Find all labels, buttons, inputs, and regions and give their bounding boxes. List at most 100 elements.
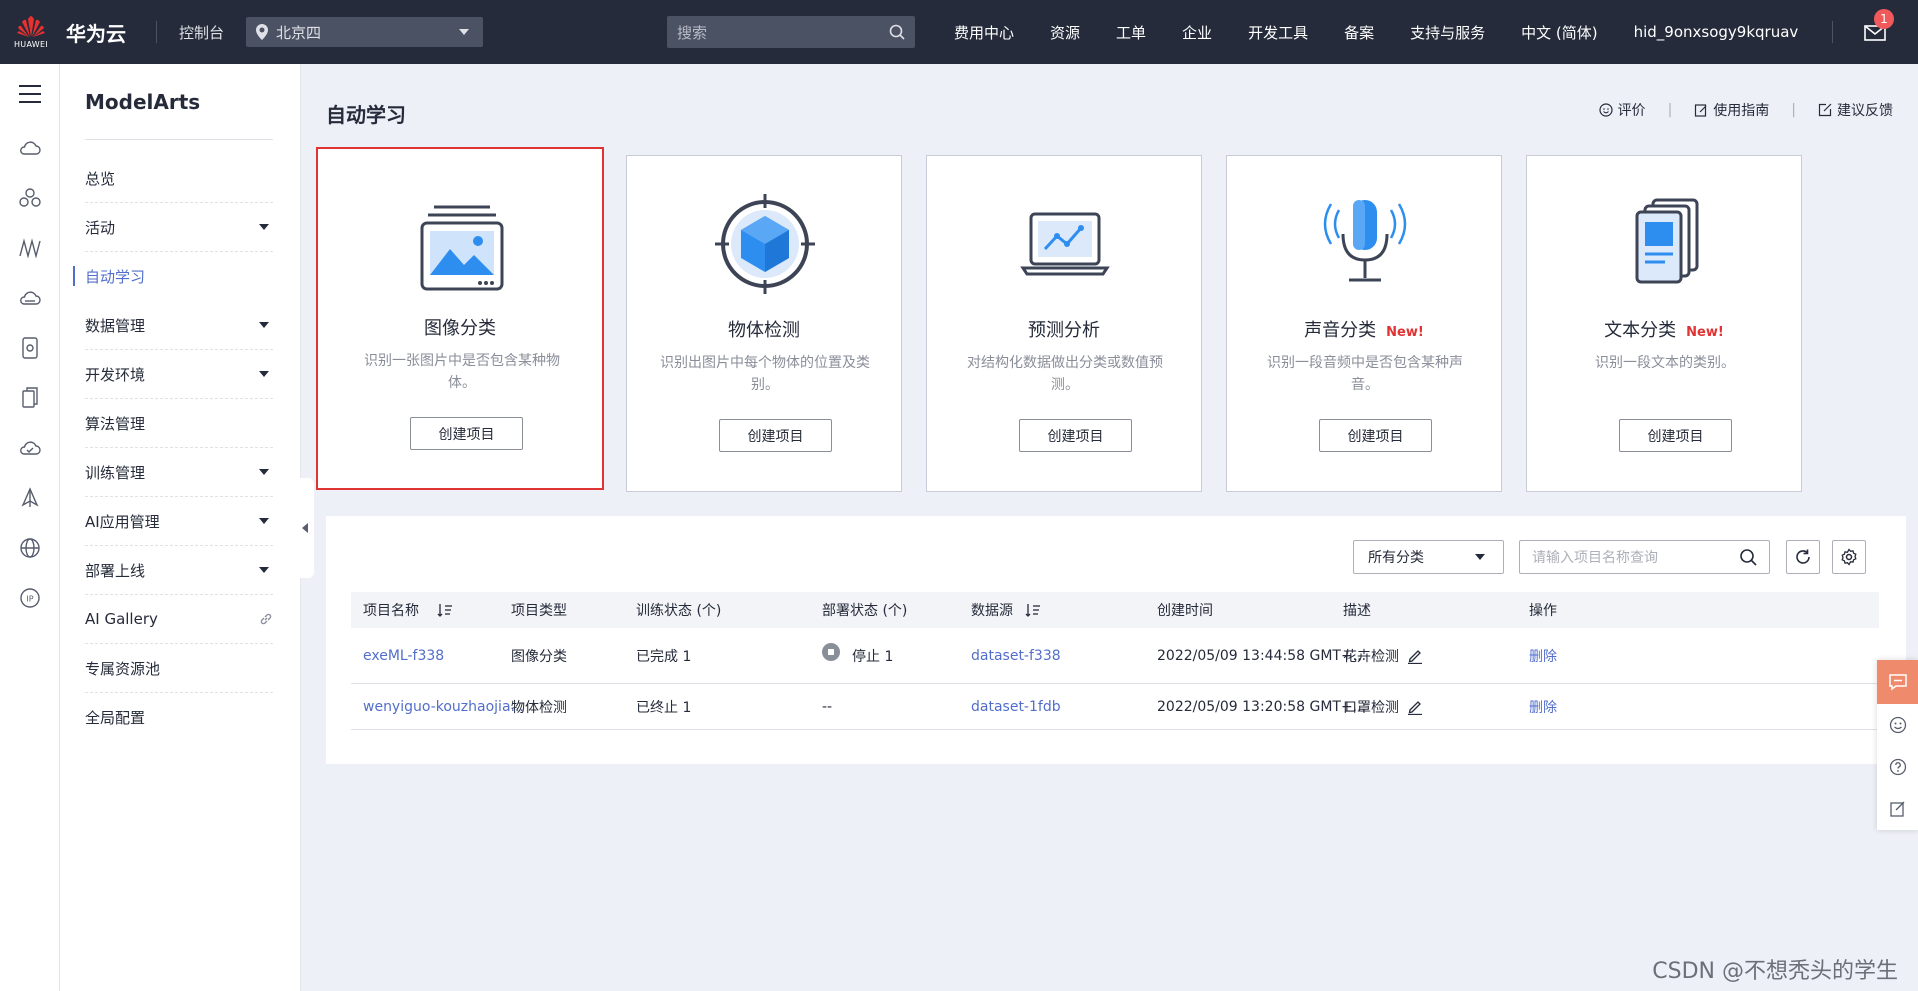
notes-button[interactable] xyxy=(1877,788,1918,830)
edit-pencil-icon[interactable] xyxy=(1407,648,1423,664)
card-text-classification[interactable]: 文本分类 New! 识别一段文本的类别。 创建项目 xyxy=(1526,155,1802,492)
create-project-button[interactable]: 创建项目 xyxy=(410,417,523,450)
nav-resources[interactable]: 资源 xyxy=(1050,22,1080,43)
region-selector[interactable]: 北京四 xyxy=(246,17,484,47)
guide-link[interactable]: 使用指南 xyxy=(1694,100,1769,120)
create-project-button[interactable]: 创建项目 xyxy=(719,419,832,452)
sidebar-item-data-management[interactable]: 数据管理 xyxy=(85,301,273,350)
sidebar-item-algorithms[interactable]: 算法管理 xyxy=(85,399,273,448)
sidebar-item-ai-apps[interactable]: AI应用管理 xyxy=(85,497,273,546)
document-db-icon[interactable] xyxy=(16,384,44,412)
chat-button[interactable] xyxy=(1877,660,1918,704)
nav-billing[interactable]: 费用中心 xyxy=(954,22,1014,43)
card-title-text: 声音分类 xyxy=(1304,320,1377,341)
nav-enterprise[interactable]: 企业 xyxy=(1182,22,1212,43)
card-object-detection[interactable]: 物体检测 识别出图片中每个物体的位置及类别。 创建项目 xyxy=(626,155,902,492)
nav-icp[interactable]: 备案 xyxy=(1344,22,1374,43)
brand-name[interactable]: 华为云 xyxy=(66,18,156,47)
console-link[interactable]: 控制台 xyxy=(179,22,224,43)
sidebar-item-training[interactable]: 训练管理 xyxy=(85,448,273,497)
network-icon[interactable] xyxy=(16,234,44,262)
sidebar-item-resource-pool[interactable]: 专属资源池 xyxy=(85,644,273,693)
card-predictive-analysis[interactable]: 预测分析 对结构化数据做出分类或数值预测。 创建项目 xyxy=(926,155,1202,492)
delete-link[interactable]: 删除 xyxy=(1529,684,1557,730)
sort-icon[interactable] xyxy=(437,603,453,617)
chevron-down-icon xyxy=(259,567,269,573)
column-header-description: 描述 xyxy=(1343,603,1371,619)
card-title-text: 物体检测 xyxy=(728,320,800,341)
help-button[interactable] xyxy=(1877,746,1918,788)
chevron-down-icon xyxy=(259,518,269,524)
database-icon[interactable] xyxy=(16,334,44,362)
feedback-link[interactable]: 建议反馈 xyxy=(1818,100,1893,120)
column-header-data-source[interactable]: 数据源 xyxy=(971,600,1041,620)
global-search-input[interactable]: 搜索 xyxy=(667,16,915,48)
sort-icon[interactable] xyxy=(1025,603,1041,617)
globe-icon[interactable] xyxy=(16,534,44,562)
create-project-button[interactable]: 创建项目 xyxy=(1619,419,1732,452)
search-icon[interactable] xyxy=(1739,548,1757,566)
settings-button[interactable] xyxy=(1832,540,1866,574)
card-description: 识别一张图片中是否包含某种物体。 xyxy=(364,353,560,391)
sidebar-item-label: 部署上线 xyxy=(85,561,146,580)
project-type: 图像分类 xyxy=(511,649,567,665)
cloud-server-icon[interactable] xyxy=(16,134,44,162)
create-project-button[interactable]: 创建项目 xyxy=(1019,419,1132,452)
nav-tickets[interactable]: 工单 xyxy=(1116,22,1146,43)
project-search-input[interactable]: 请输入项目名称查询 xyxy=(1519,540,1770,574)
delete-link[interactable]: 删除 xyxy=(1529,628,1557,684)
nav-dev-tools[interactable]: 开发工具 xyxy=(1248,22,1308,43)
category-filter-select[interactable]: 所有分类 xyxy=(1353,540,1504,574)
nav-support[interactable]: 支持与服务 xyxy=(1410,22,1485,43)
column-header-text: 项目名称 xyxy=(363,603,419,619)
sidebar-item-deployment[interactable]: 部署上线 xyxy=(85,546,273,595)
chevron-down-icon xyxy=(1475,554,1485,560)
nav-username[interactable]: hid_9onxsogy9kqruav xyxy=(1634,23,1799,41)
storage-icon[interactable] xyxy=(16,284,44,312)
created-time: 2022/05/09 13:44:58 GMT+... xyxy=(1157,648,1367,664)
watermark: CSDN @不想秃头的学生 xyxy=(1652,959,1898,984)
column-header-deploy-status: 部署状态 (个) xyxy=(822,603,908,619)
delivery-icon[interactable] xyxy=(16,484,44,512)
card-title: 图像分类 xyxy=(318,314,602,340)
description-cell: 花卉检测 xyxy=(1343,628,1423,684)
edit-doc-icon xyxy=(1695,104,1707,117)
smile-icon xyxy=(1598,103,1613,117)
data-source-link[interactable]: dataset-f338 xyxy=(971,628,1061,684)
sidebar-item-overview[interactable]: 总览 xyxy=(85,154,273,203)
sidebar-item-automl[interactable]: 自动学习 xyxy=(85,252,273,301)
chevron-down-icon xyxy=(259,469,269,475)
edit-pencil-icon[interactable] xyxy=(1407,699,1423,715)
nav-language[interactable]: 中文 (简体) xyxy=(1521,22,1597,43)
sidebar-item-label: 全局配置 xyxy=(85,709,146,727)
sidebar-item-ai-gallery[interactable]: AI Gallery xyxy=(85,595,273,644)
search-icon[interactable] xyxy=(889,24,905,40)
deploy-status-text: 停止 1 xyxy=(852,649,894,665)
card-sound-classification[interactable]: 声音分类 New! 识别一段音频中是否包含某种声音。 创建项目 xyxy=(1226,155,1502,492)
project-name-link[interactable]: exeML-f338 xyxy=(363,628,444,684)
menu-icon[interactable] xyxy=(16,80,44,108)
create-project-button[interactable]: 创建项目 xyxy=(1319,419,1432,452)
refresh-button[interactable] xyxy=(1786,540,1820,574)
new-badge: New! xyxy=(1686,325,1724,340)
table-header: 项目名称 项目类型 训练状态 (个) 部署状态 (个) 数据源 创建时间 描述 … xyxy=(351,592,1879,628)
ip-icon[interactable]: IP xyxy=(16,584,44,612)
project-name-link[interactable]: wenyiguo-kouzhaojia... xyxy=(363,684,524,730)
data-source-link[interactable]: dataset-1fdb xyxy=(971,684,1061,730)
service-icon-rail: IP xyxy=(0,64,60,991)
divider: | xyxy=(1791,102,1796,118)
card-description: 识别一段文本的类别。 xyxy=(1595,355,1735,371)
feedback-smile-button[interactable] xyxy=(1877,704,1918,746)
chevron-down-icon xyxy=(459,29,470,35)
train-status: 已完成 1 xyxy=(636,649,692,665)
cloud-sync-icon[interactable] xyxy=(16,434,44,462)
column-header-name[interactable]: 项目名称 xyxy=(363,600,453,620)
huawei-logo[interactable]: HUAWEI xyxy=(0,0,62,64)
sidebar-item-activity[interactable]: 活动 xyxy=(85,203,273,252)
rate-link[interactable]: 评价 xyxy=(1598,100,1646,120)
sidebar-item-global-config[interactable]: 全局配置 xyxy=(85,693,273,742)
cluster-icon[interactable] xyxy=(16,184,44,212)
train-status: 已终止 1 xyxy=(636,700,692,716)
sidebar-item-dev-env[interactable]: 开发环境 xyxy=(85,350,273,399)
card-image-classification[interactable]: 图像分类 识别一张图片中是否包含某种物体。 创建项目 xyxy=(316,147,604,490)
